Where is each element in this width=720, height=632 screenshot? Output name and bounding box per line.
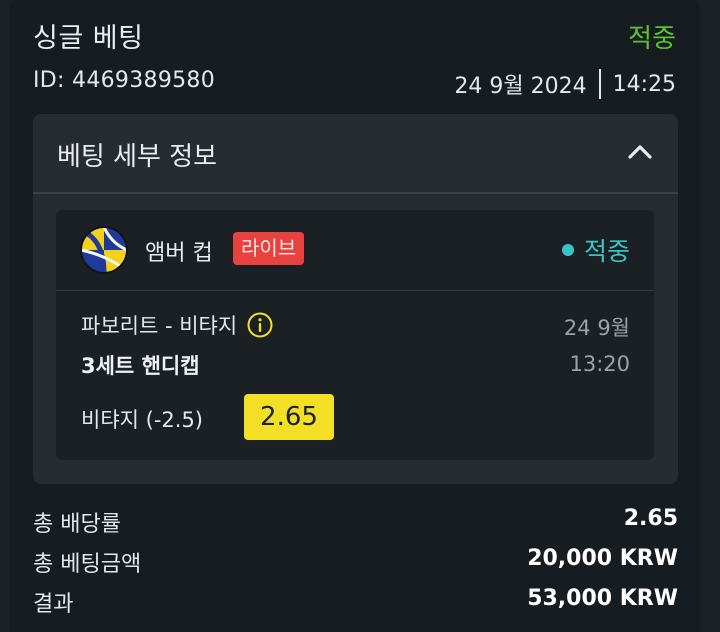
page: 싱글 베팅 적중 ID: 4469389580 24 9월 2024 14:25… xyxy=(0,0,720,632)
bet-datetime: 24 9월 2024 14:25 xyxy=(454,68,676,100)
event-time: 13:20 xyxy=(569,352,630,376)
summary-label: 총 베팅금액 xyxy=(33,552,142,577)
info-icon[interactable] xyxy=(247,312,273,338)
market-name: 3세트 핸디캡 xyxy=(81,354,200,378)
selection: 비탸지 (-2.5) xyxy=(81,408,203,432)
summary-row-result: 결과 53,000 KRW xyxy=(33,582,678,622)
odds-badge: 2.65 xyxy=(244,394,334,440)
summary-label: 총 배당률 xyxy=(33,512,121,537)
bet-details-header[interactable]: 베팅 세부 정보 xyxy=(33,114,678,194)
bet-status: 적중 xyxy=(628,24,676,54)
summary-row-total-odds: 총 배당률 2.65 xyxy=(33,502,678,542)
event-status-label: 적중 xyxy=(583,237,630,266)
bet-time: 14:25 xyxy=(612,71,676,97)
summary-value: 20,000 KRW xyxy=(527,546,678,571)
bet-details-title: 베팅 세부 정보 xyxy=(57,142,218,172)
status-dot-icon xyxy=(561,244,574,256)
matchup: 파보리트 - 비탸지 xyxy=(81,310,273,340)
event-status: 적중 xyxy=(561,232,630,268)
bet-date: 24 9월 2024 xyxy=(454,74,587,99)
league-name: 앰버 컵 xyxy=(145,241,213,266)
event-date: 24 9월 xyxy=(563,316,630,340)
event-card: 앰버 컵 라이브 적중 파보리트 - 비탸지 24 9월 3세트 핸디캡 13:… xyxy=(56,210,654,460)
live-badge: 라이브 xyxy=(233,232,305,265)
summary-value: 2.65 xyxy=(623,506,678,531)
chevron-up-icon[interactable] xyxy=(626,138,654,166)
volleyball-icon xyxy=(80,226,128,274)
datetime-divider xyxy=(598,69,601,99)
summary-label: 결과 xyxy=(33,592,74,617)
matchup-label: 파보리트 - 비탸지 xyxy=(81,314,238,338)
bet-details-panel: 베팅 세부 정보 앰버 컵 라이브 적중 파보리트 - 비탸지 24 9월 3세… xyxy=(33,114,678,484)
bet-id: ID: 4469389580 xyxy=(33,68,216,93)
event-header: 앰버 컵 라이브 적중 xyxy=(56,210,654,291)
bet-type-title: 싱글 베팅 xyxy=(33,23,144,54)
summary-row-stake: 총 베팅금액 20,000 KRW xyxy=(33,542,678,582)
summary-value: 53,000 KRW xyxy=(527,586,678,611)
